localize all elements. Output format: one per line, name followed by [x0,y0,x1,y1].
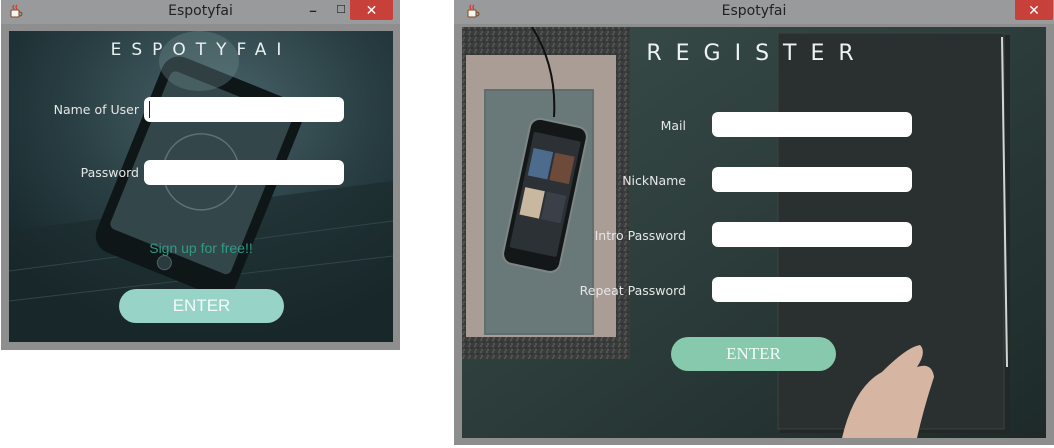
signup-link[interactable]: Sign up for free!! [9,240,393,256]
register-window-title: Espotyfai [721,3,787,19]
password-label: Password [80,165,139,180]
minimize-button[interactable]: – [301,1,325,21]
login-titlebar[interactable]: Espotyfai – ☐ ✕ [1,0,400,24]
username-input[interactable] [144,97,344,122]
register-window: Espotyfai ✕ REGISTER Mail NickName Intro… [454,0,1054,445]
login-window: Espotyfai – ☐ ✕ ESPOTYFAI Name of User P… [1,0,400,350]
nickname-label: NickName [622,173,686,188]
login-enter-button[interactable]: ENTER [119,289,284,323]
repeat-password-input[interactable] [712,277,912,302]
register-heading: REGISTER [646,41,868,66]
close-button[interactable]: ✕ [350,0,393,20]
mail-input[interactable] [712,112,912,137]
close-button[interactable]: ✕ [1015,0,1053,20]
username-label: Name of User [53,102,139,117]
intro-password-label: Intro Password [594,228,686,243]
register-titlebar[interactable]: Espotyfai ✕ [454,0,1054,24]
register-enter-button[interactable]: ENTER [671,337,836,371]
text-cursor [149,101,150,118]
repeat-password-label: Repeat Password [579,283,686,298]
login-panel: ESPOTYFAI Name of User Password Sign up … [9,31,393,342]
register-panel: REGISTER Mail NickName Intro Password Re… [462,27,1046,438]
login-heading: ESPOTYFAI [110,40,292,60]
intro-password-input[interactable] [712,222,912,247]
nickname-input[interactable] [712,167,912,192]
mail-label: Mail [660,118,686,133]
password-input[interactable] [144,160,344,185]
